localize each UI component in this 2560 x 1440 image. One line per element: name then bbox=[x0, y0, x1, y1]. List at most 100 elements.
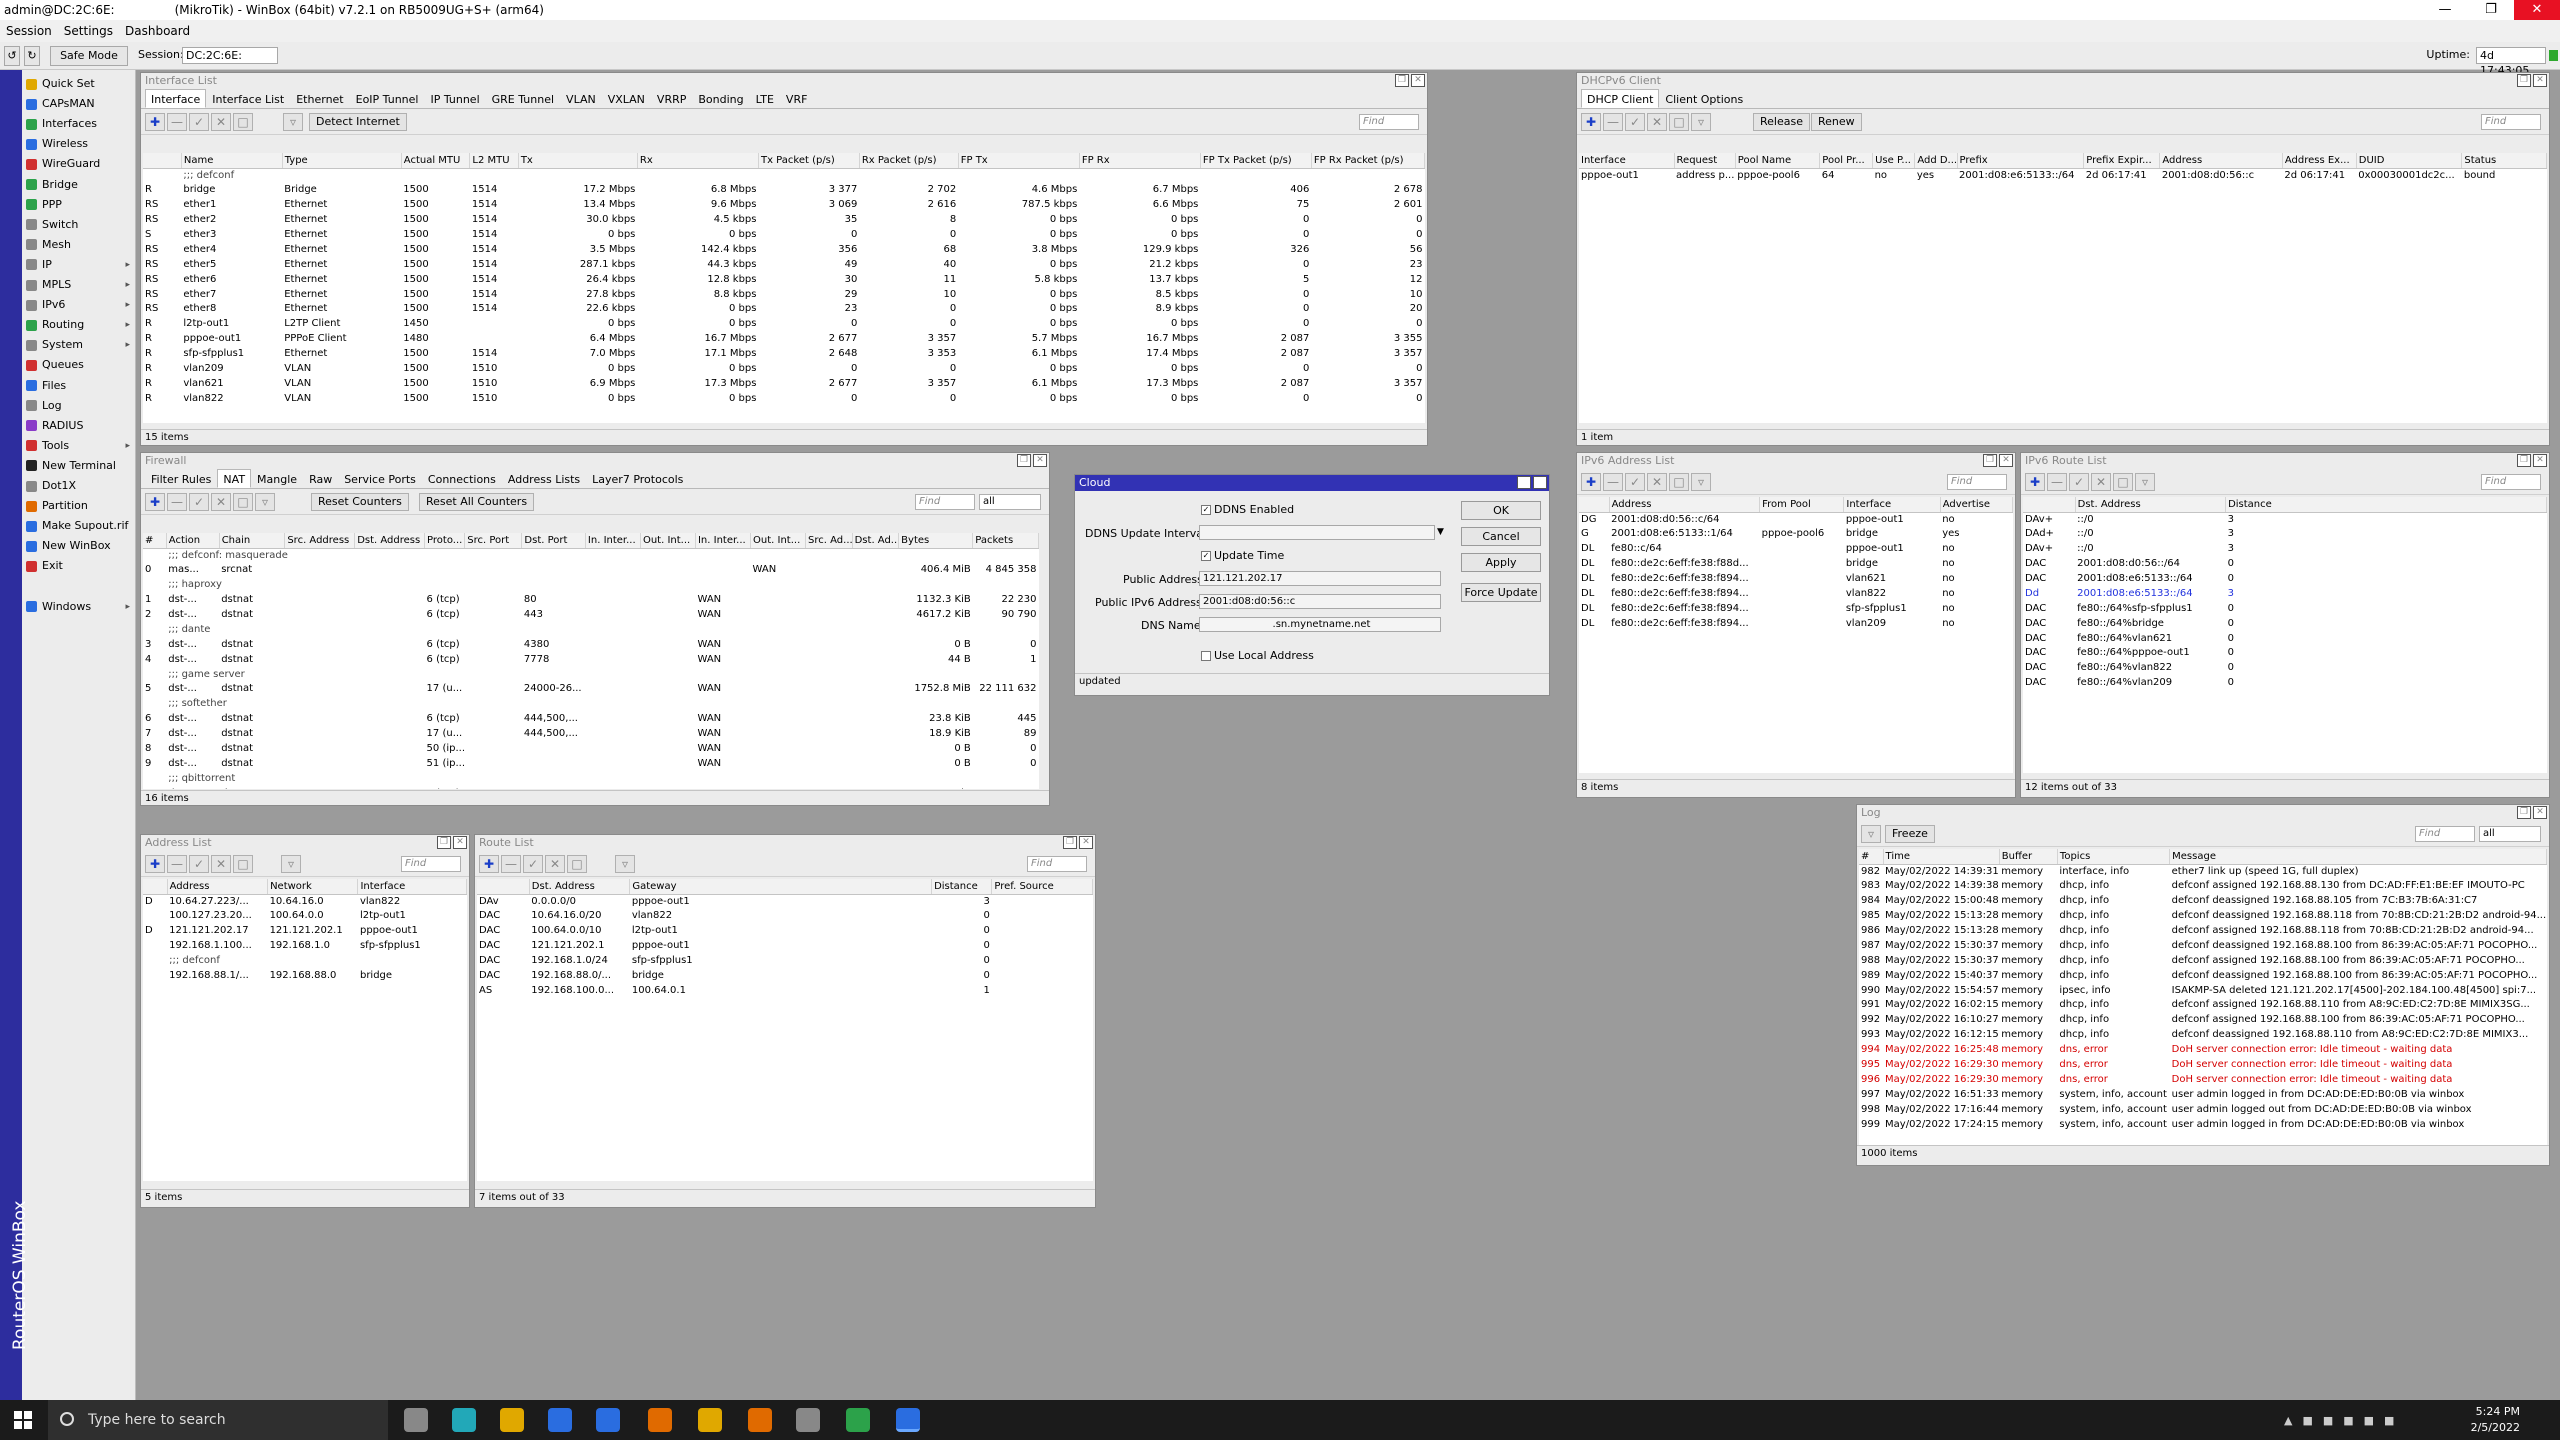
enable-icon[interactable]: ✓ bbox=[189, 855, 209, 873]
column-header[interactable]: Dst. Ad... bbox=[852, 533, 900, 549]
table-row[interactable]: 991 May/02/2022 16:02:15 memory dhcp, info d… bbox=[1859, 998, 2547, 1013]
disable-icon[interactable]: ✕ bbox=[211, 113, 231, 131]
tab-eoip-tunnel[interactable]: EoIP Tunnel bbox=[350, 89, 425, 108]
filter-icon[interactable]: ▿ bbox=[615, 855, 635, 873]
table-row[interactable]: D 10.64.27.223/... 10.64.16.0 vlan822 bbox=[143, 894, 467, 909]
close-icon[interactable]: ✕ bbox=[1411, 74, 1425, 87]
column-header[interactable]: Address Ex... bbox=[2282, 153, 2357, 169]
table-row[interactable]: D 121.121.202.17 121.121.202.1 pppoe-out1 bbox=[143, 924, 467, 939]
safe-mode-button[interactable]: Safe Mode bbox=[50, 46, 128, 66]
restore-icon[interactable]: ❐ bbox=[2517, 454, 2531, 467]
column-header[interactable] bbox=[143, 153, 182, 169]
sidebar-item-radius[interactable]: RADIUS bbox=[26, 416, 134, 436]
comment-icon[interactable]: □ bbox=[233, 493, 253, 511]
disable-icon[interactable]: ✕ bbox=[1647, 473, 1667, 491]
column-header[interactable]: Distance bbox=[2225, 497, 2547, 513]
table-row[interactable]: Rvlan209 VLAN 1500 1510 0 bps 0 bps 0 0 0 bps 0 b… bbox=[143, 362, 1425, 377]
table-row[interactable]: DL fe80::c/64 pppoe-out1 no bbox=[1579, 542, 2013, 557]
filter-icon[interactable]: ▿ bbox=[2135, 473, 2155, 491]
comment-icon[interactable]: □ bbox=[1669, 113, 1689, 131]
enable-icon[interactable]: ✓ bbox=[189, 493, 209, 511]
column-header[interactable]: L2 MTU bbox=[469, 153, 519, 169]
reset-counters-button[interactable]: Reset Counters bbox=[311, 493, 409, 511]
sidebar-item-make-supout-rif[interactable]: Make Supout.rif bbox=[26, 516, 134, 536]
menu-session[interactable]: Session bbox=[6, 24, 52, 38]
undo-icon[interactable]: ↺ bbox=[4, 46, 20, 66]
table-row[interactable]: 8 dst-... dstnat 50 (ip... WAN 0 B 0 bbox=[143, 742, 1039, 757]
table-row[interactable]: DAv 0.0.0.0/0 pppoe-out1 3 bbox=[477, 894, 1093, 909]
table-row[interactable]: 3 dst-... dstnat 6 (tcp) 4380 WAN 0 B 0 bbox=[143, 637, 1039, 652]
restore-icon[interactable]: ❐ bbox=[1063, 836, 1077, 849]
sidebar-item-wireless[interactable]: Wireless bbox=[26, 134, 134, 154]
release-button[interactable]: Release bbox=[1753, 113, 1810, 131]
column-header[interactable]: In. Inter... bbox=[695, 533, 752, 549]
column-header[interactable]: Time bbox=[1883, 849, 2000, 865]
tab-dhcp-client[interactable]: DHCP Client bbox=[1581, 89, 1660, 108]
tab-ethernet[interactable]: Ethernet bbox=[290, 89, 349, 108]
store-icon[interactable] bbox=[548, 1408, 572, 1432]
column-header[interactable]: Chain bbox=[219, 533, 286, 549]
column-header[interactable]: Actual MTU bbox=[401, 153, 471, 169]
sidebar-item-tools[interactable]: Tools ▸ bbox=[26, 436, 134, 456]
sidebar-item-dot1x[interactable]: Dot1X bbox=[26, 476, 134, 496]
column-header[interactable]: Buffer bbox=[1999, 849, 2058, 865]
table-row[interactable]: 986 May/02/2022 15:13:28 memory dhcp, info d… bbox=[1859, 924, 2547, 939]
table-row[interactable]: Sether3 Ethernet 1500 1514 0 bps 0 bps 0 0 0 bps… bbox=[143, 228, 1425, 243]
remove-icon[interactable]: — bbox=[1603, 473, 1623, 491]
table-row[interactable]: DAv+::/0 3 bbox=[2023, 542, 2547, 557]
find-input[interactable]: Find bbox=[401, 856, 461, 872]
add-icon[interactable]: ✚ bbox=[2025, 473, 2045, 491]
column-header[interactable]: Network bbox=[267, 879, 359, 895]
public-address-field[interactable]: 121.121.202.17 bbox=[1199, 571, 1441, 586]
update-time-checkbox[interactable]: ✓ Update Time bbox=[1201, 549, 1284, 562]
sidebar-item-quick-set[interactable]: Quick Set bbox=[26, 74, 134, 94]
remove-icon[interactable]: — bbox=[2047, 473, 2067, 491]
table-row[interactable]: 4 dst-... dstnat 6 (tcp) 7778 WAN 44 B 1 bbox=[143, 652, 1039, 667]
close-icon[interactable]: ✕ bbox=[1033, 454, 1047, 467]
table-row[interactable]: RS ether8 Ethernet 1500 1514 22.6 kbps 0 bps 23… bbox=[143, 302, 1425, 317]
add-icon[interactable]: ✚ bbox=[145, 113, 165, 131]
close-icon[interactable]: ✕ bbox=[453, 836, 467, 849]
table-row[interactable]: 989 May/02/2022 15:40:37 memory dhcp, info d… bbox=[1859, 968, 2547, 983]
table-row[interactable]: 994 May/02/2022 16:25:48 memory dns, error D… bbox=[1859, 1043, 2547, 1058]
column-header[interactable]: Dst. Address bbox=[2075, 497, 2227, 513]
table-row[interactable]: DL fe80::de2c:6eff:fe38:f894... sfp-sfpplu… bbox=[1579, 601, 2013, 616]
restore-icon[interactable]: ❐ bbox=[2517, 806, 2531, 819]
app-e-icon[interactable] bbox=[748, 1408, 772, 1432]
column-header[interactable]: Message bbox=[2169, 849, 2547, 865]
restore-icon[interactable]: ❐ bbox=[1983, 454, 1997, 467]
column-header[interactable] bbox=[477, 879, 530, 895]
disable-icon[interactable]: ✕ bbox=[545, 855, 565, 873]
table-row[interactable]: ;;; defconf bbox=[143, 954, 467, 969]
table-row[interactable]: 6 dst-... dstnat 6 (tcp) 444,500,... WAN 23.8 … bbox=[143, 712, 1039, 727]
filter-select[interactable]: all bbox=[979, 494, 1041, 510]
column-header[interactable]: Src. Port bbox=[464, 533, 523, 549]
freeze-button[interactable]: Freeze bbox=[1885, 825, 1935, 843]
ddns-enabled-checkbox[interactable]: ✓ DDNS Enabled bbox=[1201, 503, 1294, 516]
table-row[interactable]: pppoe-out1 address p... pppoe-pool6 64 no yes… bbox=[1579, 168, 2547, 183]
table-row[interactable]: Rvlan822 VLAN 1500 1510 0 bps 0 bps 0 0 0 bps 0 b… bbox=[143, 391, 1425, 406]
table-row[interactable]: 999 May/02/2022 17:24:15 memory system, inf… bbox=[1859, 1117, 2547, 1132]
mail-icon[interactable] bbox=[596, 1408, 620, 1432]
file-explorer-icon[interactable] bbox=[500, 1408, 524, 1432]
redo-icon[interactable]: ↻ bbox=[24, 46, 40, 66]
table-row[interactable]: DAC fe80::/64%bridge 0 bbox=[2023, 616, 2547, 631]
tab-interface[interactable]: Interface bbox=[145, 89, 207, 108]
column-header[interactable]: Prefix Expir... bbox=[2083, 153, 2161, 169]
filter-icon[interactable]: ▿ bbox=[1691, 473, 1711, 491]
table-row[interactable]: 996 May/02/2022 16:29:30 memory dns, error D… bbox=[1859, 1072, 2547, 1087]
column-header[interactable]: Dst. Address bbox=[354, 533, 426, 549]
table-row[interactable]: 998 May/02/2022 17:16:44 memory system, inf… bbox=[1859, 1102, 2547, 1117]
tab-ip-tunnel[interactable]: IP Tunnel bbox=[424, 89, 485, 108]
column-header[interactable]: Pool Pr... bbox=[1819, 153, 1874, 169]
firefox-icon[interactable] bbox=[648, 1408, 672, 1432]
minimize-icon[interactable]: — bbox=[2422, 0, 2468, 20]
table-row[interactable]: 983 May/02/2022 14:39:38 memory dhcp, info d… bbox=[1859, 879, 2547, 894]
add-icon[interactable]: ✚ bbox=[1581, 473, 1601, 491]
column-header[interactable]: Dst. Address bbox=[529, 879, 631, 895]
tab-connections[interactable]: Connections bbox=[422, 469, 502, 488]
sidebar-item-new-terminal[interactable]: New Terminal bbox=[26, 456, 134, 476]
table-row[interactable]: RS ether6 Ethernet 1500 1514 26.4 kbps 12.8 kb… bbox=[143, 272, 1425, 287]
table-row[interactable]: ;;; game server bbox=[143, 667, 1039, 682]
task-view-icon[interactable] bbox=[404, 1408, 428, 1432]
